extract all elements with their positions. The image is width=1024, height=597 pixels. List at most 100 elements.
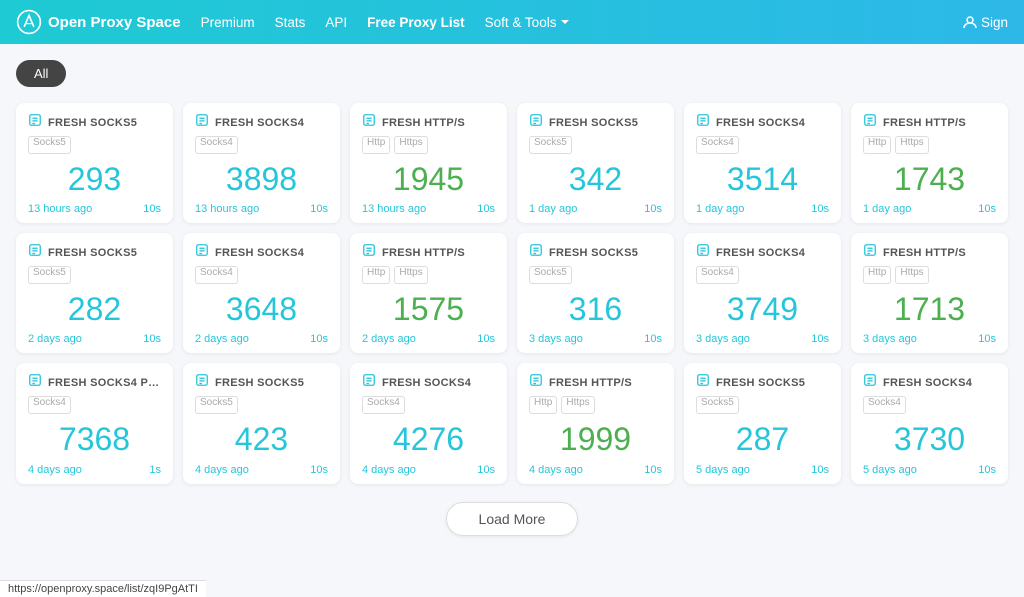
nav-stats[interactable]: Stats [275,15,306,30]
card-header: FRESH SOCKS4 [696,113,829,132]
proxy-card[interactable]: FRESH HTTP/S HttpHttps 1743 1 day ago 10… [851,103,1008,223]
card-tag: Socks5 [195,396,238,414]
proxy-card[interactable]: FRESH SOCKS5 Socks5 342 1 day ago 10s [517,103,674,223]
card-header: FRESH SOCKS4 [195,243,328,262]
card-tags: Socks5 [195,396,328,414]
card-count: 7368 [28,418,161,463]
card-tags: Socks4 [195,136,328,154]
card-footer: 3 days ago 10s [529,333,662,345]
card-count: 1575 [362,288,495,333]
card-interval: 10s [644,333,662,345]
card-tags: Socks4 [28,396,161,414]
card-time: 1 day ago [529,203,577,215]
nav-premium[interactable]: Premium [201,15,255,30]
proxy-card[interactable]: FRESH SOCKS5 Socks5 282 2 days ago 10s [16,233,173,353]
proxy-card[interactable]: FRESH SOCKS4 Socks4 3730 5 days ago 10s [851,363,1008,483]
card-tag: Socks4 [195,136,238,154]
proxy-card[interactable]: FRESH HTTP/S HttpHttps 1999 4 days ago 1… [517,363,674,483]
card-tag: Socks4 [696,266,739,284]
list-icon [195,113,209,132]
nav-sign[interactable]: Sign [963,15,1008,30]
card-time: 5 days ago [696,464,750,476]
all-filter-button[interactable]: All [16,60,66,87]
nav-api[interactable]: API [325,15,347,30]
list-icon [696,243,710,262]
card-footer: 4 days ago 1s [28,464,161,476]
card-footer: 3 days ago 10s [863,333,996,345]
card-tags: Socks4 [195,266,328,284]
proxy-card[interactable]: FRESH SOCKS5 Socks5 423 4 days ago 10s [183,363,340,483]
card-title: FRESH SOCKS5 [48,117,137,129]
card-title: FRESH SOCKS4 [215,117,304,129]
card-tags: Socks4 [362,396,495,414]
card-time: 4 days ago [28,464,82,476]
card-header: FRESH HTTP/S [362,243,495,262]
card-header: FRESH SOCKS4 PROXYS [28,373,161,392]
list-icon [529,113,543,132]
card-title: FRESH HTTP/S [883,247,966,259]
card-count: 3730 [863,418,996,463]
card-header: FRESH SOCKS5 [28,243,161,262]
proxy-card[interactable]: FRESH SOCKS5 Socks5 293 13 hours ago 10s [16,103,173,223]
card-count: 3898 [195,158,328,203]
card-time: 3 days ago [529,333,583,345]
card-interval: 10s [477,333,495,345]
card-time: 13 hours ago [195,203,259,215]
card-time: 1 day ago [863,203,911,215]
card-time: 2 days ago [362,333,416,345]
card-footer: 1 day ago 10s [863,203,996,215]
load-more-button[interactable]: Load More [446,502,579,536]
card-title: FRESH SOCKS4 [716,117,805,129]
card-count: 342 [529,158,662,203]
card-tags: Socks5 [529,136,662,154]
card-interval: 10s [143,203,161,215]
list-icon [696,113,710,132]
proxy-card[interactable]: FRESH SOCKS4 Socks4 3898 13 hours ago 10… [183,103,340,223]
proxy-card[interactable]: FRESH SOCKS5 Socks5 316 3 days ago 10s [517,233,674,353]
proxy-card[interactable]: FRESH SOCKS4 Socks4 3749 3 days ago 10s [684,233,841,353]
card-title: FRESH SOCKS5 [48,247,137,259]
list-icon [863,373,877,392]
proxy-card[interactable]: FRESH SOCKS4 PROXYS Socks4 7368 4 days a… [16,363,173,483]
list-icon [529,243,543,262]
card-title: FRESH HTTP/S [382,117,465,129]
list-icon [28,113,42,132]
card-tags: Socks5 [529,266,662,284]
card-footer: 13 hours ago 10s [195,203,328,215]
card-time: 4 days ago [529,464,583,476]
card-footer: 2 days ago 10s [362,333,495,345]
card-time: 5 days ago [863,464,917,476]
card-count: 423 [195,418,328,463]
card-interval: 10s [310,464,328,476]
card-tag: Http [362,136,390,154]
card-tag: Https [394,136,427,154]
card-footer: 13 hours ago 10s [362,203,495,215]
card-footer: 5 days ago 10s [863,464,996,476]
list-icon [362,113,376,132]
proxy-card[interactable]: FRESH SOCKS4 Socks4 3648 2 days ago 10s [183,233,340,353]
nav-free-proxy-list[interactable]: Free Proxy List [367,15,465,30]
card-title: FRESH SOCKS5 [549,117,638,129]
nav-soft-tools[interactable]: Soft & Tools [485,15,572,30]
card-interval: 1s [149,464,161,476]
list-icon [362,243,376,262]
list-icon [863,243,877,262]
proxy-card[interactable]: FRESH HTTP/S HttpHttps 1713 3 days ago 1… [851,233,1008,353]
card-count: 282 [28,288,161,333]
proxy-card[interactable]: FRESH SOCKS5 Socks5 287 5 days ago 10s [684,363,841,483]
card-time: 3 days ago [863,333,917,345]
proxy-card[interactable]: FRESH HTTP/S HttpHttps 1945 13 hours ago… [350,103,507,223]
card-footer: 4 days ago 10s [195,464,328,476]
list-icon [362,373,376,392]
proxy-card[interactable]: FRESH SOCKS4 Socks4 4276 4 days ago 10s [350,363,507,483]
card-tags: HttpHttps [362,266,495,284]
card-tags: Socks4 [863,396,996,414]
proxy-card[interactable]: FRESH HTTP/S HttpHttps 1575 2 days ago 1… [350,233,507,353]
card-tag: Socks5 [529,266,572,284]
card-time: 4 days ago [362,464,416,476]
card-interval: 10s [978,203,996,215]
card-header: FRESH SOCKS4 [696,243,829,262]
proxy-card[interactable]: FRESH SOCKS4 Socks4 3514 1 day ago 10s [684,103,841,223]
card-header: FRESH SOCKS5 [696,373,829,392]
nav-logo[interactable]: Open Proxy Space [16,9,181,35]
